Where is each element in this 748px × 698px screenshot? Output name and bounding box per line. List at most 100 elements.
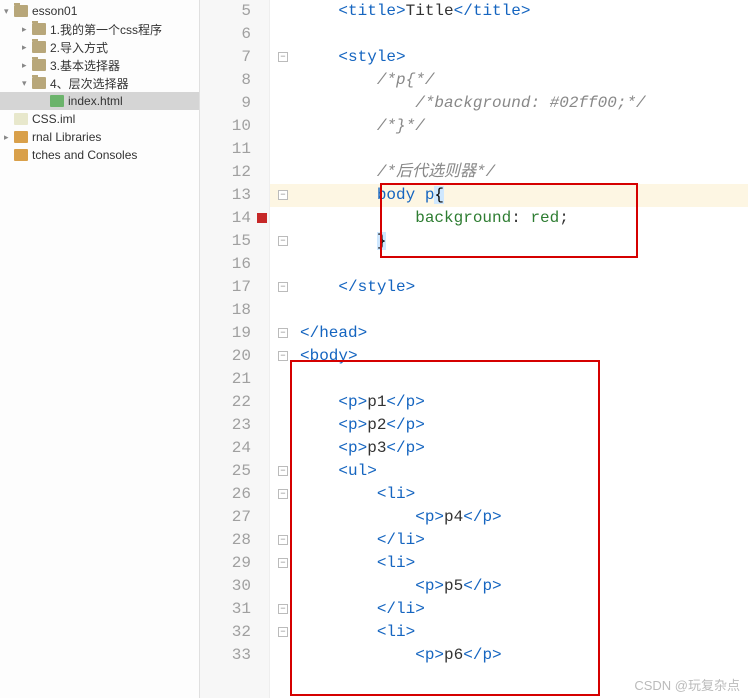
code-line-13[interactable]: − body p{	[270, 184, 748, 207]
line-number[interactable]: 23	[200, 414, 251, 437]
tree-item-5[interactable]: index.html	[0, 92, 199, 110]
breakpoint-icon[interactable]	[257, 213, 267, 223]
code-line-22[interactable]: <p>p1</p>	[270, 391, 748, 414]
line-number[interactable]: 32	[200, 621, 251, 644]
tree-item-label: 4、层次选择器	[50, 75, 129, 92]
tree-item-label: tches and Consoles	[32, 148, 137, 162]
folder-icon	[14, 5, 28, 17]
line-number[interactable]: 28	[200, 529, 251, 552]
tree-arrow-icon[interactable]: ▾	[4, 6, 14, 17]
fold-icon[interactable]: −	[278, 282, 288, 292]
line-number[interactable]: 9	[200, 92, 251, 115]
code-line-24[interactable]: <p>p3</p>	[270, 437, 748, 460]
line-number[interactable]: 12	[200, 161, 251, 184]
tree-arrow-icon[interactable]: ▾	[22, 78, 32, 89]
line-number[interactable]: 14	[200, 207, 251, 230]
code-line-25[interactable]: − <ul>	[270, 460, 748, 483]
code-line-29[interactable]: − <li>	[270, 552, 748, 575]
line-number[interactable]: 31	[200, 598, 251, 621]
tree-arrow-icon[interactable]: ▸	[22, 42, 32, 53]
code-line-18[interactable]	[270, 299, 748, 322]
fold-icon[interactable]: −	[278, 627, 288, 637]
code-line-23[interactable]: <p>p2</p>	[270, 414, 748, 437]
code-line-16[interactable]	[270, 253, 748, 276]
code-line-19[interactable]: −</head>	[270, 322, 748, 345]
line-number[interactable]: 33	[200, 644, 251, 667]
code-line-21[interactable]	[270, 368, 748, 391]
fold-icon[interactable]: −	[278, 489, 288, 499]
tree-item-label: 2.导入方式	[50, 39, 108, 56]
line-number[interactable]: 11	[200, 138, 251, 161]
line-number[interactable]: 25	[200, 460, 251, 483]
line-number[interactable]: 6	[200, 23, 251, 46]
tree-item-7[interactable]: ▸rnal Libraries	[0, 128, 199, 146]
code-line-33[interactable]: <p>p6</p>	[270, 644, 748, 667]
fold-icon[interactable]: −	[278, 604, 288, 614]
fold-icon[interactable]: −	[278, 535, 288, 545]
tree-item-3[interactable]: ▸ 3.基本选择器	[0, 56, 199, 74]
code-line-11[interactable]	[270, 138, 748, 161]
code-line-5[interactable]: <title>Title</title>	[270, 0, 748, 23]
line-number[interactable]: 13	[200, 184, 251, 207]
fold-icon[interactable]: −	[278, 190, 288, 200]
tree-item-1[interactable]: ▸ 1.我的第一个css程序	[0, 20, 199, 38]
fold-icon[interactable]: −	[278, 52, 288, 62]
code-line-28[interactable]: − </li>	[270, 529, 748, 552]
tree-arrow-icon[interactable]: ▸	[22, 24, 32, 35]
line-number[interactable]: 5	[200, 0, 251, 23]
line-gutter: 5678910111213141516171819202122232425262…	[200, 0, 270, 698]
tree-arrow-icon[interactable]: ▸	[22, 60, 32, 71]
line-number[interactable]: 30	[200, 575, 251, 598]
line-number[interactable]: 26	[200, 483, 251, 506]
code-line-7[interactable]: − <style>	[270, 46, 748, 69]
code-line-9[interactable]: /*background: #02ff00;*/	[270, 92, 748, 115]
line-number[interactable]: 24	[200, 437, 251, 460]
project-tree[interactable]: ▾esson01 ▸ 1.我的第一个css程序 ▸ 2.导入方式 ▸ 3.基本选择器 ▾ 4、层…	[0, 0, 200, 698]
line-number[interactable]: 7	[200, 46, 251, 69]
code-line-14[interactable]: background: red;	[270, 207, 748, 230]
fold-icon[interactable]: −	[278, 558, 288, 568]
fold-icon[interactable]: −	[278, 328, 288, 338]
line-number[interactable]: 17	[200, 276, 251, 299]
code-line-8[interactable]: /*p{*/	[270, 69, 748, 92]
code-line-30[interactable]: <p>p5</p>	[270, 575, 748, 598]
code-line-17[interactable]: − </style>	[270, 276, 748, 299]
code-line-10[interactable]: /*}*/	[270, 115, 748, 138]
line-number[interactable]: 8	[200, 69, 251, 92]
code-line-32[interactable]: − <li>	[270, 621, 748, 644]
code-line-20[interactable]: −<body>	[270, 345, 748, 368]
folder-icon	[32, 23, 46, 35]
tree-arrow-icon[interactable]: ▸	[4, 132, 14, 143]
tree-item-label: 3.基本选择器	[50, 57, 120, 74]
iml-file-icon	[14, 113, 28, 125]
line-number[interactable]: 21	[200, 368, 251, 391]
tree-item-4[interactable]: ▾ 4、层次选择器	[0, 74, 199, 92]
code-line-31[interactable]: − </li>	[270, 598, 748, 621]
tree-item-label: 1.我的第一个css程序	[50, 21, 162, 38]
tree-item-0[interactable]: ▾esson01	[0, 2, 199, 20]
line-number[interactable]: 18	[200, 299, 251, 322]
line-number[interactable]: 20	[200, 345, 251, 368]
fold-icon[interactable]: −	[278, 236, 288, 246]
line-number[interactable]: 16	[200, 253, 251, 276]
folder-icon	[32, 41, 46, 53]
line-number[interactable]: 15	[200, 230, 251, 253]
code-line-15[interactable]: − }	[270, 230, 748, 253]
tree-item-6[interactable]: CSS.iml	[0, 110, 199, 128]
line-number[interactable]: 22	[200, 391, 251, 414]
line-number[interactable]: 29	[200, 552, 251, 575]
code-line-26[interactable]: − <li>	[270, 483, 748, 506]
code-line-6[interactable]	[270, 23, 748, 46]
line-number[interactable]: 27	[200, 506, 251, 529]
library-icon	[14, 131, 28, 143]
code-area[interactable]: <title>Title</title> − <style> /*p{*/ /*…	[270, 0, 748, 698]
fold-icon[interactable]: −	[278, 351, 288, 361]
fold-icon[interactable]: −	[278, 466, 288, 476]
tree-item-2[interactable]: ▸ 2.导入方式	[0, 38, 199, 56]
code-line-12[interactable]: /*后代选则器*/	[270, 161, 748, 184]
code-line-27[interactable]: <p>p4</p>	[270, 506, 748, 529]
line-number[interactable]: 19	[200, 322, 251, 345]
tree-item-8[interactable]: tches and Consoles	[0, 146, 199, 164]
line-number[interactable]: 10	[200, 115, 251, 138]
code-editor[interactable]: 5678910111213141516171819202122232425262…	[200, 0, 748, 698]
